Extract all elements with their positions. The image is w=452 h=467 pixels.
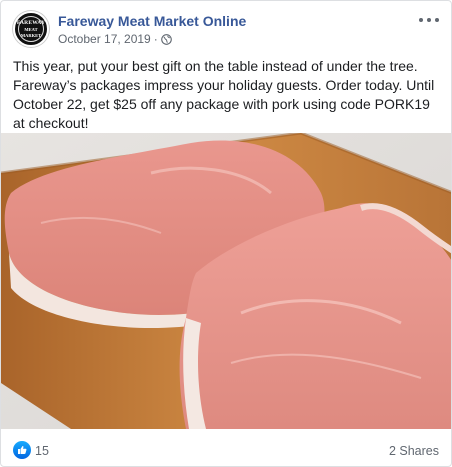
page-avatar[interactable]: FAREWAY MEAT MARKET [13, 11, 49, 47]
globe-icon[interactable] [160, 33, 172, 45]
post-header: FAREWAY MEAT MARKET Fareway Meat Market … [13, 11, 439, 51]
page-name-link[interactable]: Fareway Meat Market Online [58, 13, 246, 29]
post-date-link[interactable]: October 17, 2019 [58, 32, 151, 46]
more-options-button[interactable] [419, 13, 439, 27]
meta-separator: · [153, 32, 158, 46]
more-dot-icon [427, 18, 431, 22]
facebook-post: FAREWAY MEAT MARKET Fareway Meat Market … [0, 0, 452, 467]
avatar-logo-line-2: MEAT [24, 27, 38, 32]
pork-chops-photo [1, 133, 451, 429]
more-dot-icon [419, 18, 423, 22]
post-meta: October 17, 2019 · [58, 32, 172, 46]
thumbs-up-icon [18, 446, 27, 454]
avatar-logo-line-3: MARKET [20, 33, 42, 38]
avatar-logo-line-1: FAREWAY [16, 20, 46, 26]
reaction-count[interactable]: 15 [35, 444, 49, 458]
more-dot-icon [435, 18, 439, 22]
post-caption: This year, put your best gift on the tab… [13, 58, 435, 131]
shares-count[interactable]: 2 Shares [389, 444, 439, 458]
like-icon[interactable] [13, 441, 31, 459]
post-photo[interactable] [1, 133, 451, 429]
post-footer: 15 2 Shares [13, 439, 439, 461]
